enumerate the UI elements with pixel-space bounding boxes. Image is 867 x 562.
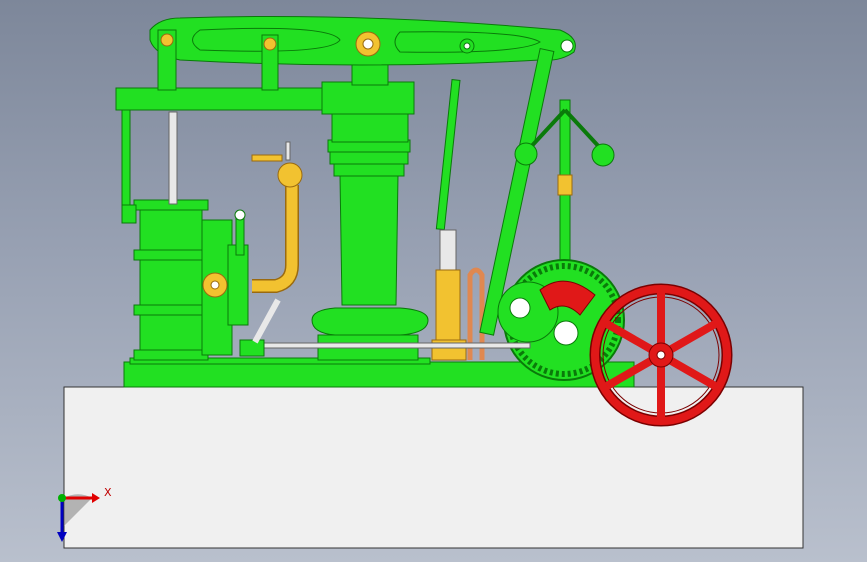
valve-chest[interactable]: [201, 209, 249, 356]
steam-engine-model[interactable]: [0, 0, 867, 562]
cylinder[interactable]: [121, 199, 209, 361]
triad-origin: [58, 494, 66, 502]
pump[interactable]: [431, 229, 485, 361]
pump-rod[interactable]: [435, 79, 461, 231]
flywheel[interactable]: [589, 283, 733, 427]
cad-viewport[interactable]: X: [0, 0, 867, 562]
column[interactable]: [311, 109, 429, 361]
piston-rod[interactable]: [168, 111, 178, 205]
steam-pipe[interactable]: [251, 141, 303, 293]
x-axis-label: X: [104, 486, 112, 499]
